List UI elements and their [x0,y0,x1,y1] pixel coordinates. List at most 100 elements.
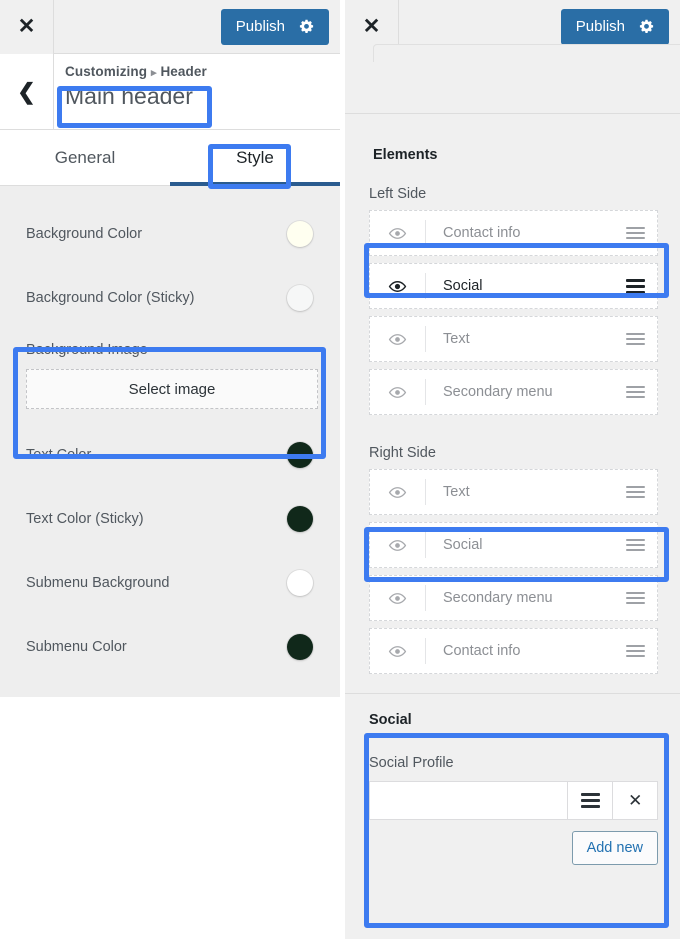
setting-label: Text Color (Sticky) [26,511,144,527]
drag-handle-bars [626,333,645,345]
breadcrumb-section: Header [160,64,206,79]
close-icon: ✕ [18,16,36,37]
setting-background-color: Background Color [0,202,340,266]
drag-handle-icon[interactable] [613,645,657,657]
close-icon: ✕ [363,16,381,37]
element-list-right-side: Text Social [345,469,680,674]
social-profile-row: ✕ [369,781,658,820]
eye-icon[interactable] [370,326,426,352]
back-button[interactable]: ❮ [0,54,54,129]
collapsed-section-card [373,44,680,62]
setting-label: Submenu Color [26,639,127,655]
group-label-right-side: Right Side [345,422,680,469]
element-list-left-side: Contact info Social [345,210,680,415]
social-card-title: Social [369,712,658,728]
drag-handle-icon[interactable] [613,486,657,498]
section-name-wrap: Main header [65,81,193,111]
drag-handle-bars [626,386,645,398]
breadcrumb-root: Customizing [65,64,147,79]
close-customizer-button[interactable]: ✕ [0,0,54,54]
color-swatch-submenu-color[interactable] [287,634,313,660]
drag-handle-bars [626,645,645,657]
tab-general[interactable]: General [0,130,170,186]
drag-handle-icon[interactable] [613,333,657,345]
chevron-left-icon: ❮ [17,81,35,103]
left-customizer-panel: ✕ Publish ❮ Customizing ▸ Header [0,0,340,939]
color-swatch-background-color[interactable] [287,221,313,247]
color-swatch-background-color-sticky[interactable] [287,285,313,311]
element-row-secondary-menu[interactable]: Secondary menu [369,575,658,621]
element-row-contact-info[interactable]: Contact info [369,628,658,674]
drag-handle-bars [626,279,645,294]
gear-icon[interactable] [639,19,654,34]
tab-general-label: General [55,148,115,168]
group-label-left-side: Left Side [345,163,680,210]
eye-icon[interactable] [370,585,426,611]
drag-handle-bars [626,486,645,498]
social-profile-input[interactable] [369,781,567,820]
drag-handle-icon[interactable] [613,592,657,604]
social-profile-remove-button[interactable]: ✕ [612,781,658,820]
setting-background-image: Background Image Select image [0,330,340,423]
eye-icon[interactable] [370,479,426,505]
collapsed-section-stub [345,54,680,114]
add-new-button[interactable]: Add new [572,831,658,865]
drag-handle-bars [626,539,645,551]
eye-icon[interactable] [370,220,426,246]
element-label: Secondary menu [426,590,613,606]
setting-label: Background Color (Sticky) [26,290,194,306]
element-row-text[interactable]: Text [369,316,658,362]
setting-background-color-sticky: Background Color (Sticky) [0,266,340,330]
publish-button-label: Publish [236,18,285,35]
color-swatch-text-color-sticky[interactable] [287,506,313,532]
drag-handle-icon[interactable] [613,227,657,239]
setting-label: Submenu Background [26,575,170,591]
eye-icon[interactable] [370,532,426,558]
element-label: Social [426,278,613,294]
publish-button[interactable]: Publish [221,9,329,45]
drag-handle-icon[interactable] [613,386,657,398]
color-swatch-submenu-background[interactable] [287,570,313,596]
gear-icon[interactable] [299,19,314,34]
element-row-social[interactable]: Social [369,522,658,568]
breadcrumb: Customizing ▸ Header [65,64,340,79]
section-titles: Customizing ▸ Header Main header [54,54,340,129]
eye-icon[interactable] [370,273,426,299]
right-panel-body: Elements Left Side Contact info [345,114,680,881]
drag-handle-bars [626,227,645,239]
eye-icon[interactable] [370,638,426,664]
element-row-contact-info[interactable]: Contact info [369,210,658,256]
drag-handle-icon[interactable] [613,279,657,294]
setting-submenu-background: Submenu Background [0,551,340,615]
element-label: Text [426,331,613,347]
element-label: Social [426,537,613,553]
color-swatch-text-color[interactable] [287,442,313,468]
drag-handle-icon[interactable] [613,539,657,551]
breadcrumb-separator: ▸ [151,67,157,79]
tab-style[interactable]: Style [170,130,340,186]
publish-button[interactable]: Publish [561,9,669,45]
setting-menu-items-hover: Menu Items Hover [0,679,340,697]
social-settings-card: Social Social Profile ✕ Add new [345,694,680,881]
element-row-social[interactable]: Social [369,263,658,309]
left-panel-empty-area [0,697,340,871]
element-row-secondary-menu[interactable]: Secondary menu [369,369,658,415]
panel-section-header: ❮ Customizing ▸ Header Main header [0,54,340,130]
setting-label: Background Color [26,226,142,242]
social-profile-label: Social Profile [369,755,658,771]
select-image-label: Select image [129,381,216,398]
element-label: Contact info [426,225,613,241]
drag-handle-bars [626,592,645,604]
elements-heading: Elements [345,114,680,163]
element-label: Text [426,484,613,500]
style-general-tabs: General Style [0,130,340,186]
publish-button-label: Publish [576,18,625,35]
setting-submenu-color: Submenu Color [0,615,340,679]
setting-label: Text Color [26,447,91,463]
social-profile-reorder-button[interactable] [567,781,612,820]
element-row-text[interactable]: Text [369,469,658,515]
close-icon: ✕ [628,792,642,809]
eye-icon[interactable] [370,379,426,405]
setting-text-color: Text Color [0,423,340,487]
select-image-button[interactable]: Select image [26,369,318,409]
